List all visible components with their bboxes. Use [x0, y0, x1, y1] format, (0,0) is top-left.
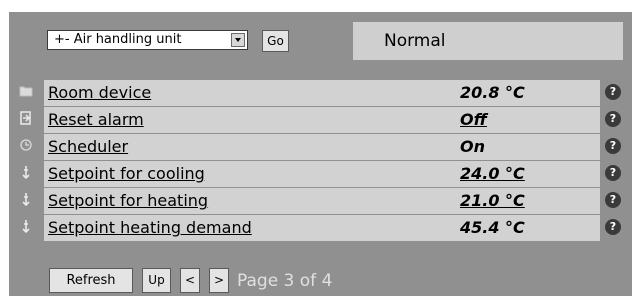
setpoint-cooling-value-link[interactable]: 24.0 °C	[460, 164, 525, 183]
setpoint-icon	[19, 219, 33, 234]
setpoint-heating-value-link[interactable]: 21.0 °C	[460, 191, 525, 210]
refresh-button[interactable]: Refresh	[49, 268, 133, 293]
clock-icon	[19, 138, 33, 152]
help-icon[interactable]: ?	[605, 138, 621, 154]
up-button[interactable]: Up	[142, 268, 171, 293]
help-icon[interactable]: ?	[605, 84, 621, 100]
reset-alarm-value-link[interactable]: Off	[460, 110, 487, 129]
folder-icon	[19, 84, 33, 98]
table-row: Setpoint heating demand 45.4 °C	[44, 215, 600, 241]
chevron-down-icon[interactable]	[231, 33, 245, 47]
scheduler-link[interactable]: Scheduler	[48, 137, 128, 156]
setpoint-icon	[19, 192, 33, 207]
page-indicator: Page 3 of 4	[237, 271, 333, 291]
setpoint-heating-demand-link[interactable]: Setpoint heating demand	[48, 218, 252, 237]
help-icon[interactable]: ?	[605, 192, 621, 208]
next-page-button[interactable]: >	[209, 268, 229, 293]
help-icon[interactable]: ?	[605, 165, 621, 181]
help-icon[interactable]: ?	[605, 219, 621, 235]
unit-select-value: +- Air handling unit	[54, 32, 182, 47]
status-display: Normal	[353, 22, 623, 60]
exit-icon	[19, 111, 33, 125]
setpoint-cooling-link[interactable]: Setpoint for cooling	[48, 164, 205, 183]
unit-select[interactable]: +- Air handling unit	[47, 30, 248, 50]
previous-page-button[interactable]: <	[180, 268, 200, 293]
scheduler-value: On	[460, 137, 485, 156]
table-row: Room device 20.8 °C	[44, 80, 600, 106]
help-icon[interactable]: ?	[605, 111, 621, 127]
room-device-value: 20.8 °C	[460, 83, 525, 102]
table-row: Reset alarm Off	[44, 107, 600, 133]
datapoint-table: Room device 20.8 °C Reset alarm Off Sche…	[44, 80, 600, 242]
go-button[interactable]: Go	[262, 30, 289, 52]
table-row: Setpoint for heating 21.0 °C	[44, 188, 600, 214]
room-device-link[interactable]: Room device	[48, 83, 151, 102]
setpoint-icon	[19, 165, 33, 180]
reset-alarm-link[interactable]: Reset alarm	[48, 110, 144, 129]
table-row: Scheduler On	[44, 134, 600, 160]
setpoint-heating-link[interactable]: Setpoint for heating	[48, 191, 208, 210]
setpoint-heating-demand-value: 45.4 °C	[460, 218, 525, 237]
table-row: Setpoint for cooling 24.0 °C	[44, 161, 600, 187]
